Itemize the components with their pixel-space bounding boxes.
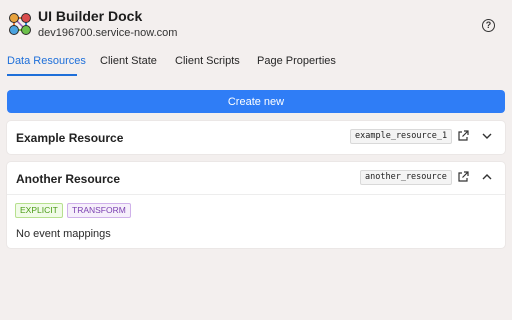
chevron-up-icon[interactable] <box>481 171 493 183</box>
active-tab-indicator <box>7 74 77 76</box>
tab-client-scripts[interactable]: Client Scripts <box>175 55 240 67</box>
divider <box>7 194 505 195</box>
explicit-badge: EXPLICIT <box>15 203 63 218</box>
empty-event-mappings-text: No event mappings <box>16 228 111 240</box>
create-new-button[interactable]: Create new <box>7 90 505 113</box>
instance-url: dev196700.service-now.com <box>38 27 178 39</box>
app-title: UI Builder Dock <box>38 8 143 24</box>
chevron-down-icon[interactable] <box>481 130 493 142</box>
help-icon[interactable]: ? <box>482 19 495 32</box>
tab-page-properties[interactable]: Page Properties <box>257 55 336 67</box>
resource-card-another: Another Resource another_resource EXPLIC… <box>7 162 505 248</box>
tab-bar: Data Resources Client State Client Scrip… <box>0 50 512 78</box>
resource-card-example[interactable]: Example Resource example_resource_1 <box>7 121 505 154</box>
ui-builder-logo-icon <box>9 13 31 35</box>
resource-id: another_resource <box>360 170 452 185</box>
resource-title[interactable]: Another Resource <box>16 172 120 186</box>
resource-id: example_resource_1 <box>350 129 453 144</box>
open-external-icon[interactable] <box>457 171 469 183</box>
open-external-icon[interactable] <box>457 130 469 142</box>
resource-title: Example Resource <box>16 131 124 145</box>
transform-badge: TRANSFORM <box>67 203 131 218</box>
tab-client-state[interactable]: Client State <box>100 55 157 67</box>
tab-data-resources[interactable]: Data Resources <box>7 55 86 67</box>
app-header: UI Builder Dock dev196700.service-now.co… <box>0 0 512 48</box>
